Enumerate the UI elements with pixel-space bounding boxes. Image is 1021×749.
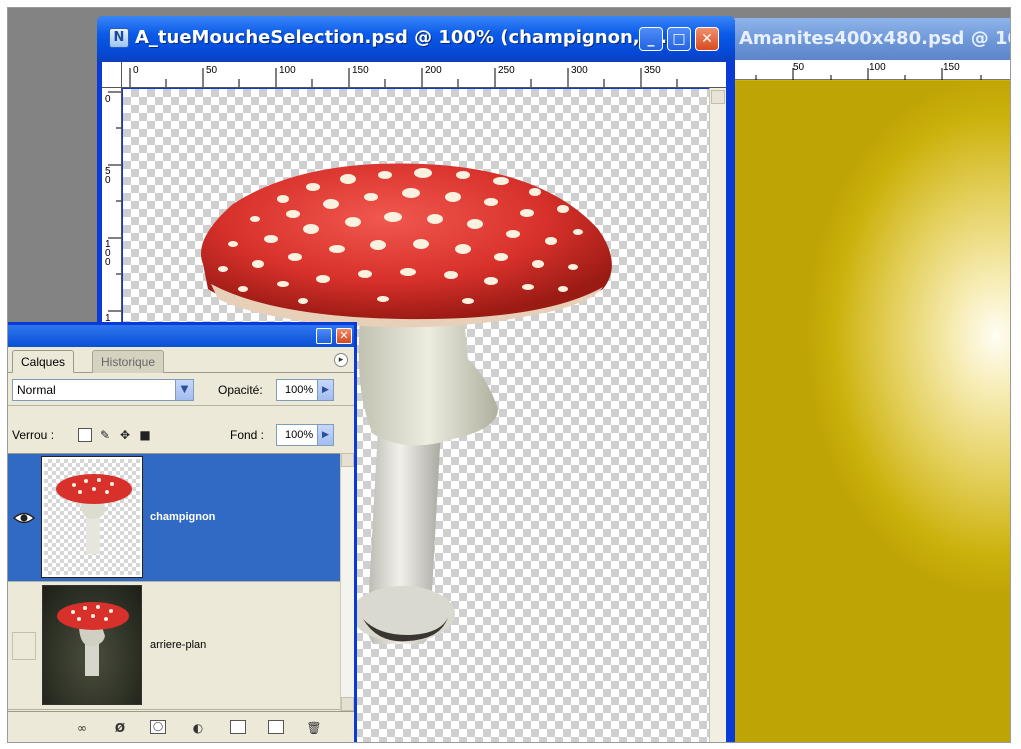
lock-move-icon[interactable]: ✥ [118,428,132,442]
lock-all-icon[interactable]: ■ [138,428,152,442]
window-title: Amanites400x480.psd @ 100% [739,28,1010,49]
layer-row[interactable]: champignon [8,454,340,582]
chevron-down-icon[interactable]: ▼ [175,380,193,400]
scroll-up-button[interactable] [711,90,725,104]
palette-titlebar[interactable]: ✕ [8,325,354,347]
new-layer-icon[interactable] [268,720,284,734]
ruler-tick: 50 [206,65,218,76]
ruler-tick: 250 [498,65,515,76]
ruler-tick: 0 [133,65,139,76]
layers-list: champignon arriere-plan [8,453,340,711]
ruler-tick: 300 [571,65,588,76]
visibility-toggle[interactable] [12,632,36,660]
ruler-tick: 1 0 0 [105,239,111,268]
minimize-button[interactable]: _ [639,27,663,51]
palette-footer: ∞ Ø ◯ ◐ 🗑 [8,711,354,742]
tab-historique[interactable]: Historique [92,350,165,373]
layers-scrollbar[interactable] [340,453,354,711]
ruler-marks [129,68,678,87]
document-window-amanites[interactable]: Amanites400x480.psd @ 100% 50 100 150 [731,18,1010,742]
layers-palette[interactable]: ✕ Calques Historique ▸ Normal ▼ Opacité:… [8,322,357,742]
layer-thumbnail [41,456,143,578]
lock-label: Verrou : [12,428,55,442]
ruler-tick: 150 [352,65,369,76]
eye-icon[interactable] [12,510,36,526]
maximize-button[interactable]: □ [667,27,691,51]
mask-icon[interactable]: ◯ [150,720,166,734]
trash-icon[interactable]: 🗑 [306,720,322,736]
ruler-origin[interactable] [102,62,122,88]
divider [8,405,354,406]
palette-tabs: Calques Historique ▸ [8,347,354,373]
ruler-tick: 350 [644,65,661,76]
window-titlebar[interactable]: Amanites400x480.psd @ 100% [731,18,1010,60]
opacity-value: 100% [285,384,314,396]
palette-close-button[interactable]: ✕ [336,328,352,344]
scroll-down-button[interactable] [341,697,354,711]
blend-mode-select[interactable]: Normal ▼ [12,379,194,401]
layer-name[interactable]: arriere-plan [150,639,206,651]
folder-icon[interactable] [230,720,246,734]
palette-menu-icon[interactable]: ▸ [334,353,348,367]
link-icon[interactable]: ∞ [74,720,90,736]
ruler-tick: 0 [105,94,111,105]
ruler-tick: 100 [279,65,296,76]
window-title: A_tueMoucheSelection.psd @ 100% (champig… [135,27,681,48]
chevron-right-icon[interactable]: ▶ [317,425,333,445]
document-canvas[interactable] [731,81,1010,742]
lock-transparency-icon[interactable] [78,428,92,442]
scroll-up-button[interactable] [341,453,354,467]
vertical-scrollbar[interactable] [709,88,726,742]
fill-label: Fond : [230,428,265,442]
opacity-field[interactable]: 100% ▶ [276,379,334,401]
ruler-tick: 5 0 [105,166,111,186]
adjustment-layer-icon[interactable]: ◐ [190,720,206,736]
blend-mode-value: Normal [17,383,56,397]
lock-brush-icon[interactable]: ✎ [98,428,112,442]
close-button[interactable]: ✕ [695,27,719,51]
opacity-label: Opacité: [218,383,263,397]
ruler-tick: 200 [425,65,442,76]
layer-name[interactable]: champignon [150,511,215,523]
layer-thumbnail [42,585,142,705]
layer-style-icon[interactable]: Ø [112,720,128,736]
fill-field[interactable]: 100% ▶ [276,424,334,446]
mushroom-thumbnail [56,474,132,554]
tab-calques[interactable]: Calques [12,350,75,373]
ruler-marks [755,68,982,80]
horizontal-ruler: 0 50 100 150 200 250 300 350 [102,62,726,88]
workspace: Amanites400x480.psd @ 100% 50 100 150 N … [7,7,1011,743]
layer-row[interactable]: arriere-plan [8,582,340,710]
fill-value: 100% [285,429,314,441]
horizontal-ruler: 50 100 150 [731,60,1010,80]
mushroom-thumbnail [57,602,129,676]
window-titlebar[interactable]: N A_tueMoucheSelection.psd @ 100% (champ… [97,16,735,62]
palette-minimize-button[interactable] [316,328,332,344]
chevron-right-icon[interactable]: ▶ [317,380,333,400]
photoshop-doc-icon: N [109,28,129,48]
